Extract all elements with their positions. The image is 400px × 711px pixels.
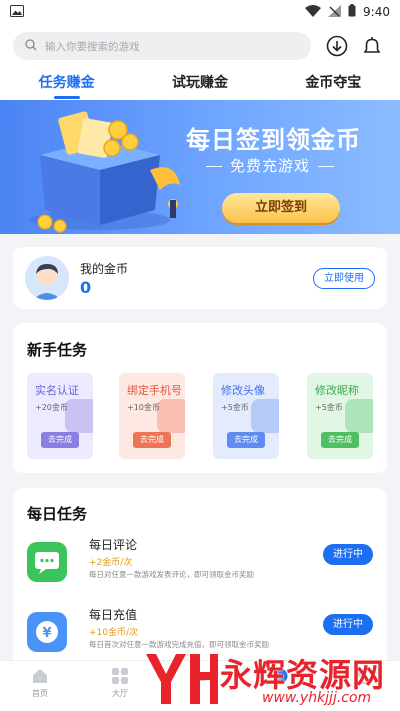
newbie-tasks-title: 新手任务	[27, 341, 88, 359]
task-tile-change-nickname[interactable]: 修改昵称 +5金币 去完成	[307, 373, 373, 459]
signal-icon	[328, 4, 342, 20]
task-tile-title: 修改头像	[221, 384, 265, 397]
search-input[interactable]: 输入你要搜索的游戏	[13, 32, 311, 60]
daily-task-reward: +2金币/次	[89, 558, 133, 568]
coins-value: 0	[80, 278, 92, 297]
task-tile-verify-name[interactable]: 实名认证 +20金币 去完成	[27, 373, 93, 459]
phone-icon	[157, 399, 185, 433]
task-tile-change-avatar[interactable]: 修改头像 +5金币 去完成	[213, 373, 279, 459]
tab-bar: 任务赚金 试玩赚金 金币夺宝	[0, 70, 400, 100]
gift-box-illustration	[30, 111, 180, 233]
task-tile-title: 绑定手机号	[127, 384, 182, 397]
status-bar: 9:40	[0, 0, 400, 24]
nav-label: 首页	[32, 689, 48, 698]
daily-task-desc: 每日对任意一款游戏发表评论，即可领取金币奖励	[89, 570, 254, 579]
go-complete-button[interactable]: 去完成	[227, 432, 265, 448]
tab-coin-treasure[interactable]: 金币夺宝	[267, 70, 400, 100]
daily-task-title: 每日充值	[89, 608, 138, 622]
gallery-notification-icon	[10, 4, 24, 20]
task-tile-reward: +20金币	[35, 403, 68, 412]
go-complete-button[interactable]: 去完成	[321, 432, 359, 448]
search-placeholder: 输入你要搜索的游戏	[45, 40, 140, 53]
user-icon	[251, 399, 279, 433]
newbie-tasks-card: 新手任务 实名认证 +20金币 去完成 绑定手机号 +10金币 去完成 修改头像…	[13, 323, 387, 473]
task-tile-reward: +10金币	[127, 403, 160, 412]
avatar[interactable]	[25, 256, 69, 300]
in-progress-button[interactable]: 进行中	[323, 614, 373, 635]
task-tile-title: 实名认证	[35, 384, 79, 397]
tab-task-earn[interactable]: 任务赚金	[0, 70, 133, 100]
battery-icon	[348, 4, 356, 20]
list-item[interactable]: 每日评论 +2金币/次 每日对任意一款游戏发表评论，即可领取金币奖励 进行中	[27, 536, 373, 590]
task-tile-reward: +5金币	[221, 403, 249, 412]
sign-in-button[interactable]: 立即签到	[222, 193, 340, 223]
go-complete-button[interactable]: 去完成	[41, 432, 79, 448]
coins-label: 我的金币	[80, 262, 129, 276]
daily-tasks-title: 每日任务	[27, 505, 88, 523]
task-tile-title: 修改昵称	[315, 384, 359, 397]
status-time: 9:40	[363, 5, 390, 19]
daily-tasks-card: 每日任务 每日评论 +2金币/次 每日对任意一款游戏发表评论，即可领取金币奖励 …	[13, 488, 387, 668]
shield-icon	[65, 399, 93, 433]
signin-banner[interactable]: 每日签到领金币 免费充游戏 立即签到	[0, 100, 400, 234]
banner-title: 每日签到领金币	[186, 126, 361, 154]
task-tile-bind-phone[interactable]: 绑定手机号 +10金币 去完成	[119, 373, 185, 459]
watermark-logo-icon	[146, 654, 218, 704]
banner-subtitle: 免费充游戏	[198, 155, 342, 176]
site-watermark: 永辉资源网 www.yhkjjj.com	[140, 648, 398, 711]
go-complete-button[interactable]: 去完成	[133, 432, 171, 448]
yuan-icon: ¥	[27, 612, 67, 652]
download-icon[interactable]	[325, 34, 349, 58]
wifi-icon	[305, 4, 322, 20]
search-icon	[25, 38, 37, 54]
watermark-url: www.yhkjjj.com	[262, 690, 372, 706]
daily-task-reward: +10金币/次	[89, 628, 139, 638]
chat-icon	[27, 542, 67, 582]
daily-task-title: 每日评论	[89, 538, 138, 552]
bell-icon[interactable]	[360, 34, 384, 58]
nav-home[interactable]: 首页	[0, 661, 80, 711]
my-coins-card: 我的金币 0 立即使用	[13, 247, 387, 309]
use-now-button[interactable]: 立即使用	[313, 268, 375, 289]
pencil-icon	[345, 399, 373, 433]
svg-text:¥: ¥	[42, 626, 51, 641]
in-progress-button[interactable]: 进行中	[323, 544, 373, 565]
grid-icon	[112, 668, 128, 684]
nav-label: 大厅	[112, 689, 128, 698]
home-icon	[33, 669, 47, 683]
top-header: 输入你要搜索的游戏 任务赚金 试玩赚金 金币夺宝	[0, 24, 400, 100]
tab-trial-earn[interactable]: 试玩赚金	[133, 70, 266, 100]
task-tile-reward: +5金币	[315, 403, 343, 412]
